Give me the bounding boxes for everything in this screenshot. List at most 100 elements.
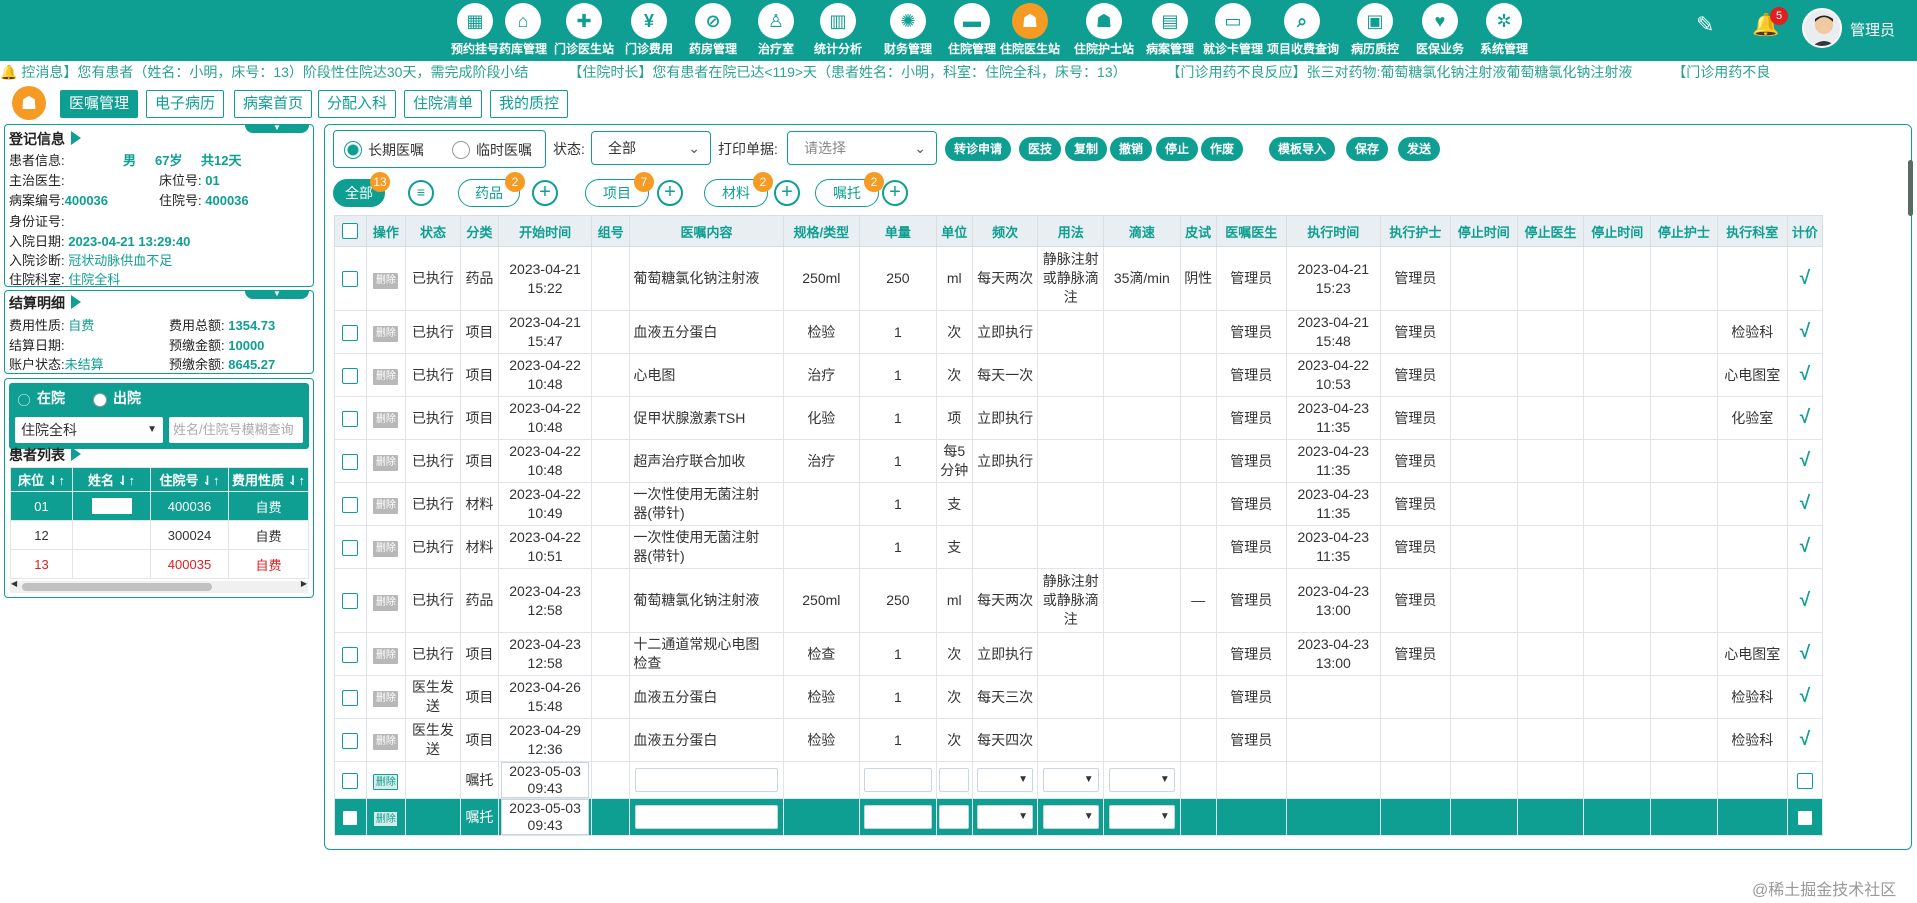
order-row[interactable]: 删除 已执行 材料 2023-04-22 10:49 一次性使用无菌注射 器(带针) 1 支… bbox=[334, 482, 1824, 526]
row-checkbox[interactable] bbox=[342, 646, 359, 663]
delete-button[interactable]: 删除 bbox=[373, 272, 399, 289]
order-row[interactable]: 删除 已执行 药品 2023-04-23 12:58 葡萄糖氯化钠注射液 250ml 250… bbox=[334, 568, 1824, 633]
nav-nurse-station[interactable]: ☗ 住院护士站 bbox=[1069, 3, 1139, 59]
delete-button[interactable]: 删除 bbox=[373, 326, 399, 342]
new-order-row[interactable]: 删除 嘱托 2023-05-03 09:43 ▼ ▼ ▼ bbox=[334, 761, 1824, 799]
nav-insurance[interactable]: ♥ 医保业务 bbox=[1405, 3, 1475, 59]
billing-checkbox[interactable] bbox=[1796, 809, 1813, 826]
delete-button[interactable]: 删除 bbox=[373, 691, 399, 707]
delete-button[interactable]: 删除 bbox=[373, 541, 399, 557]
select-all-checkbox[interactable] bbox=[342, 223, 359, 240]
row-checkbox[interactable] bbox=[342, 539, 359, 556]
unit-input[interactable] bbox=[939, 805, 970, 829]
drip-rate-select[interactable]: ▼ bbox=[1108, 768, 1175, 792]
delete-button[interactable]: 删除 bbox=[373, 773, 399, 790]
collapse-toggle[interactable]: ▼ bbox=[245, 124, 309, 133]
row-checkbox[interactable] bbox=[342, 809, 359, 826]
copy-button[interactable]: 复制 bbox=[1065, 137, 1108, 161]
tab-my-quality-control[interactable]: 我的质控 bbox=[490, 90, 569, 118]
row-checkbox[interactable] bbox=[342, 593, 359, 610]
vertical-scrollbar[interactable] bbox=[1908, 160, 1913, 216]
column-header[interactable]: 姓名 ⇃↑ bbox=[72, 467, 151, 492]
list-menu-icon[interactable]: ≡ bbox=[408, 180, 434, 206]
department-select[interactable]: 住院全科 ▼ bbox=[15, 417, 163, 443]
cat-drug[interactable]: 药品 2 bbox=[458, 172, 525, 207]
nav-search-doc[interactable]: ⌕ 项目收费查询 bbox=[1267, 3, 1339, 59]
expand-arrow-icon[interactable] bbox=[71, 295, 81, 309]
in-hospital-radio[interactable]: 在院 bbox=[17, 388, 65, 408]
collapse-toggle[interactable]: ▼ bbox=[245, 290, 309, 299]
nav-settings[interactable]: ✲ 系统管理 bbox=[1469, 3, 1539, 59]
stop-button[interactable]: 停止 bbox=[1156, 137, 1199, 161]
nav-doctor-station[interactable]: ☗ 住院医生站 bbox=[995, 3, 1065, 59]
delete-button[interactable]: 删除 bbox=[373, 810, 399, 827]
add-cat-drug-icon[interactable]: + bbox=[532, 180, 558, 206]
row-checkbox[interactable] bbox=[342, 772, 359, 789]
order-row[interactable]: 删除 已执行 项目 2023-04-22 10:48 促甲状腺激素TSH 化验 1 项立即执行… bbox=[334, 396, 1824, 440]
order-row[interactable]: 删除 已执行 项目 2023-04-23 12:58 十二通道常规心电图 检查 检查 1 次立… bbox=[334, 632, 1824, 676]
tab-case-front-page[interactable]: 病案首页 bbox=[234, 90, 313, 118]
order-content-input[interactable] bbox=[635, 768, 778, 792]
row-checkbox[interactable] bbox=[342, 453, 359, 470]
cat-all[interactable]: 全部 13 bbox=[333, 172, 390, 207]
dose-input[interactable] bbox=[863, 805, 933, 829]
row-checkbox[interactable] bbox=[342, 689, 359, 706]
column-header[interactable]: 住院号 ⇃↑ bbox=[150, 467, 229, 492]
tab-assign-department[interactable]: 分配入科 bbox=[318, 90, 397, 118]
delete-button[interactable]: 删除 bbox=[373, 369, 399, 385]
avatar[interactable] bbox=[1802, 8, 1842, 48]
tab-inpatient-list[interactable]: 住院清单 bbox=[404, 90, 483, 118]
nav-card[interactable]: ▭ 就诊卡管理 bbox=[1198, 3, 1268, 59]
horizontal-scrollbar[interactable]: ◀ ▶ bbox=[10, 579, 308, 593]
status-select[interactable]: 全部 ⌄ bbox=[591, 131, 711, 165]
medical-tech-button[interactable]: 医技 bbox=[1019, 137, 1062, 161]
delete-button[interactable]: 删除 bbox=[373, 648, 399, 664]
save-button[interactable]: 保存 bbox=[1346, 137, 1389, 161]
add-cat-instruction-icon[interactable]: + bbox=[882, 180, 908, 206]
nav-clipboard[interactable]: ▣ 病历质控 bbox=[1340, 3, 1410, 59]
send-button[interactable]: 发送 bbox=[1398, 137, 1441, 161]
user-name[interactable]: 管理员 bbox=[1850, 19, 1895, 40]
order-row[interactable]: 删除 已执行 项目 2023-04-22 10:48 心电图 治疗 1 次每天一次 管理员 202… bbox=[334, 353, 1824, 397]
tab-order-management[interactable]: 医嘱管理 bbox=[60, 90, 139, 118]
nav-bar-chart[interactable]: ▥ 统计分析 bbox=[803, 3, 873, 59]
delete-button[interactable]: 删除 bbox=[373, 412, 399, 428]
discharged-radio[interactable]: 出院 bbox=[93, 388, 141, 408]
nav-yuan[interactable]: ¥ 门诊费用 bbox=[614, 3, 684, 59]
delete-button[interactable]: 删除 bbox=[373, 455, 399, 471]
order-row[interactable]: 删除 已执行 药品 2023-04-21 15:22 葡萄糖氯化钠注射液 250ml 250… bbox=[334, 246, 1824, 311]
expand-arrow-icon[interactable] bbox=[71, 131, 81, 145]
order-row[interactable]: 删除 已执行 材料 2023-04-22 10:51 一次性使用无菌注射 器(带针) 1 支… bbox=[334, 525, 1824, 569]
frequency-select[interactable]: ▼ bbox=[977, 805, 1033, 829]
order-row[interactable]: 删除 已执行 项目 2023-04-22 10:48 超声治疗联合加收 治疗 1 每5 分钟立… bbox=[334, 439, 1824, 483]
order-row[interactable]: 删除 医生发送 项目 2023-04-26 15:48 血液五分蛋白 检验 1 次每天三次 管理… bbox=[334, 675, 1824, 719]
patient-search-input[interactable]: 姓名/住院号模糊查询 bbox=[169, 417, 303, 443]
start-time-input[interactable]: 2023-05-03 09:43 bbox=[501, 799, 590, 835]
row-checkbox[interactable] bbox=[342, 271, 359, 288]
nav-record[interactable]: ▤ 病案管理 bbox=[1135, 3, 1205, 59]
billing-checkbox[interactable] bbox=[1796, 772, 1813, 789]
add-cat-material-icon[interactable]: + bbox=[774, 180, 800, 206]
nav-pill[interactable]: ⊘ 药房管理 bbox=[678, 3, 748, 59]
column-header[interactable] bbox=[334, 215, 367, 247]
row-checkbox[interactable] bbox=[342, 732, 359, 749]
void-button[interactable]: 作废 bbox=[1201, 137, 1244, 161]
print-select[interactable]: 请选择 ⌄ bbox=[787, 131, 937, 165]
frequency-select[interactable]: ▼ bbox=[977, 768, 1033, 792]
delete-button[interactable]: 删除 bbox=[373, 498, 399, 514]
temporary-order-radio[interactable]: 临时医嘱 bbox=[452, 140, 532, 160]
nav-nurse[interactable]: ♙ 治疗室 bbox=[741, 3, 811, 59]
nav-gear[interactable]: ✺ 财务管理 bbox=[873, 3, 943, 59]
row-checkbox[interactable] bbox=[342, 324, 359, 341]
table-row[interactable]: 12 300024 自费 bbox=[10, 520, 309, 550]
cat-material[interactable]: 材料 2 bbox=[704, 172, 773, 207]
cat-item[interactable]: 项目 7 bbox=[585, 172, 654, 207]
referral-button[interactable]: 转诊申请 bbox=[945, 137, 1012, 161]
nav-doctor[interactable]: ✚ 门诊医生站 bbox=[549, 3, 619, 59]
column-header[interactable]: 床位 ⇃↑ bbox=[10, 467, 73, 492]
delete-button[interactable]: 删除 bbox=[373, 594, 399, 611]
usage-select[interactable]: ▼ bbox=[1042, 805, 1099, 829]
new-order-row[interactable]: 删除 嘱托 2023-05-03 09:43 ▼ ▼ ▼ bbox=[334, 798, 1824, 836]
revoke-button[interactable]: 撤销 bbox=[1110, 137, 1153, 161]
drip-rate-select[interactable]: ▼ bbox=[1108, 805, 1175, 829]
